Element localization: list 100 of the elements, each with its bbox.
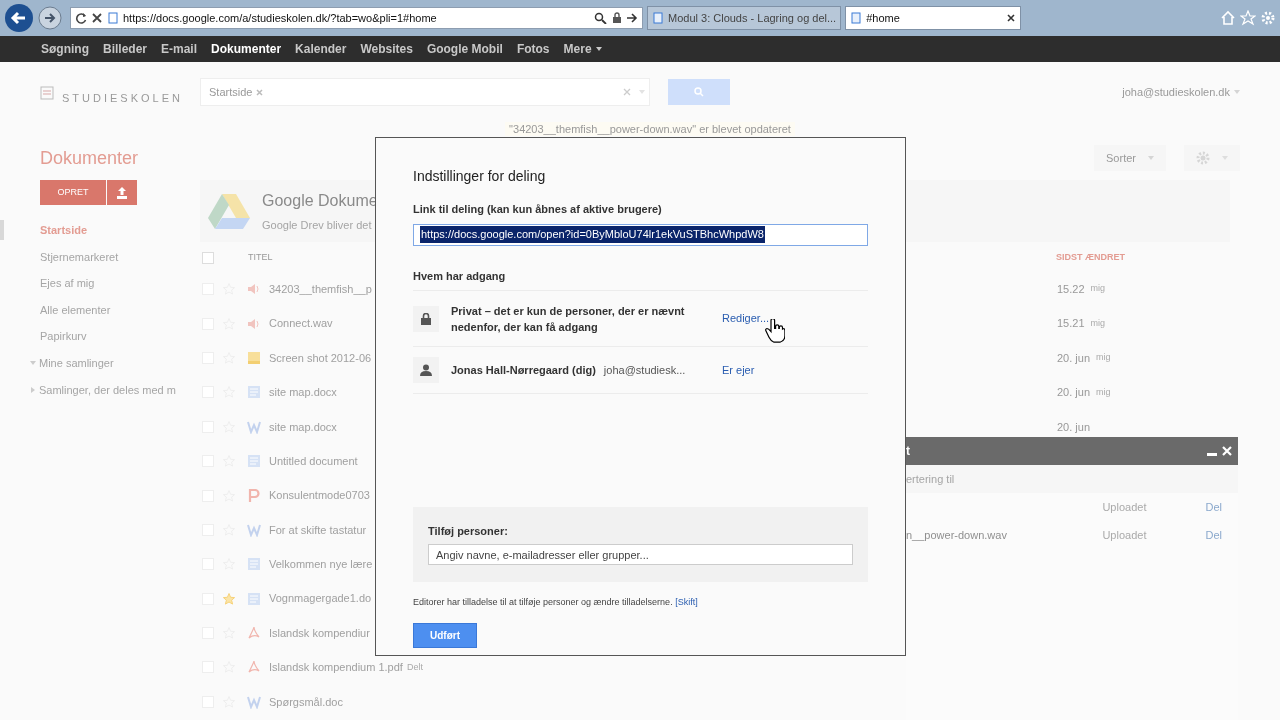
done-button[interactable]: Udført (413, 623, 477, 648)
notice-text: "34203__themfish__power-down.wav" er blevet opdateret (505, 122, 795, 136)
dialog-title: Indstillinger for deling (413, 167, 547, 186)
clear-icon[interactable] (623, 88, 631, 96)
person-icon (420, 364, 432, 376)
refresh-icon[interactable] (75, 12, 87, 24)
logo-icon (40, 86, 54, 101)
sidebar-item[interactable]: Stjernemarkeret (40, 243, 200, 271)
triangle-logo-icon (208, 193, 250, 229)
lock-icon (421, 312, 431, 325)
settings-button[interactable] (1184, 145, 1240, 171)
modified-date: 20. jun (1057, 350, 1091, 366)
file-title[interactable]: Connect.wav (269, 315, 333, 332)
create-button[interactable]: OPRET (40, 180, 106, 205)
sidebar-item[interactable]: Startside (40, 217, 200, 244)
expanded-caret-icon[interactable] (30, 360, 36, 367)
file-title[interactable]: Islandsk kompendium 1.pdf (269, 659, 403, 676)
document-icon (247, 454, 261, 469)
banner-text: Google Drev bliver det (262, 217, 373, 233)
page-icon (652, 12, 664, 24)
link-label: Link til deling (kan kun åbnes af aktive brugere) (413, 202, 663, 217)
close-icon[interactable] (1006, 13, 1017, 23)
share-link[interactable]: Del (1205, 526, 1222, 544)
owner-text: mig (1096, 385, 1111, 399)
search-icon[interactable] (594, 12, 608, 24)
link-field[interactable]: https://docs.google.com/open?id=0ByMbloU74lr1ekVuSTBhcWhpdW8 (413, 223, 868, 246)
people-input[interactable]: Angiv navne, e-mailadresser eller grupper... (428, 544, 853, 565)
nav-link[interactable]: Søgning (41, 40, 89, 58)
settings-icon[interactable] (1260, 10, 1276, 26)
column-header[interactable]: SIDST ÆNDRET (1056, 251, 1125, 265)
document-icon (247, 591, 261, 606)
close-icon[interactable] (91, 12, 103, 24)
document-w-icon (247, 522, 261, 537)
modified-date: 20. jun (1057, 385, 1091, 401)
person-email: joha@studiesk... (603, 362, 686, 378)
file-title[interactable]: site map.docx (269, 418, 337, 435)
file-title[interactable]: site map.docx (269, 384, 337, 401)
owner-text: mig (1090, 316, 1106, 330)
modified-date: 15.21 (1057, 316, 1085, 332)
nav-link[interactable]: E-mail (161, 40, 198, 58)
file-title[interactable]: Velkommen nye lære (269, 556, 373, 573)
person-name: Jonas Hall-Nørregaard (dig) (451, 362, 596, 378)
collapsed-caret-icon[interactable] (30, 386, 36, 393)
file-title[interactable]: Spørgsmål.doc (269, 693, 343, 711)
modified-date: 20. jun (1057, 419, 1091, 435)
add-people-label: Tilføj personer: (428, 524, 509, 539)
address-bar[interactable]: https://docs.google.com/a/studieskolen.dk/?tab=wo&pli=1#home (70, 7, 643, 29)
file-title[interactable]: Untitled document (269, 452, 358, 470)
sidebar-item[interactable]: Mine samlinger (30, 349, 200, 377)
page-title: Dokumenter (40, 146, 139, 170)
lock-icon (612, 12, 622, 24)
file-title[interactable]: For at skifte tastatur (269, 521, 367, 539)
file-title[interactable]: Islandsk kompendiur (269, 624, 370, 642)
nav-link[interactable]: Mere (563, 40, 602, 58)
nav-link[interactable]: Websites (360, 40, 413, 58)
browser-tab[interactable]: #home (845, 6, 1022, 30)
caret-icon (595, 47, 602, 51)
section-heading: Hvem har adgang (413, 268, 507, 284)
arrow-icon[interactable] (626, 12, 638, 24)
file-title[interactable]: Vognmagergade1.do (269, 590, 372, 607)
nav-link[interactable]: Kalender (295, 40, 347, 58)
search-button[interactable] (668, 79, 730, 105)
search-field[interactable]: Startside (200, 78, 650, 106)
sidebar-item[interactable]: Samlinger, der deles med m (30, 376, 200, 404)
file-title[interactable]: Screen shot 2012-06 (269, 349, 372, 367)
account-menu[interactable]: joha@studieskolen.dk (1122, 83, 1240, 101)
forward-icon[interactable] (38, 6, 62, 30)
upload-status: Uploadet (1102, 499, 1148, 515)
caret-icon (1148, 156, 1154, 160)
speaker-icon (247, 316, 261, 331)
shared-label: Delt (406, 660, 423, 674)
sidebar-item[interactable]: Alle elementer (40, 296, 200, 324)
nav-link[interactable]: Google Mobil (426, 40, 503, 58)
back-icon[interactable] (4, 3, 34, 33)
share-link[interactable]: Del (1205, 498, 1222, 516)
nav-link[interactable]: Fotos (516, 40, 550, 58)
browser-tab[interactable]: Modul 3: Clouds - Lagring og del... (647, 6, 842, 30)
upload-button[interactable] (107, 180, 137, 205)
upload-icon (117, 186, 127, 199)
file-title[interactable]: Konsulentmode0703 (269, 487, 370, 504)
banner-title: Google Dokume (262, 190, 378, 211)
checkbox[interactable] (202, 252, 214, 264)
edit-link[interactable]: Rediger... (722, 310, 770, 327)
change-link[interactable]: [Skift] (675, 596, 698, 607)
file-title[interactable]: 34203__themfish__p (269, 280, 372, 298)
sort-button[interactable]: Sorter (1094, 145, 1166, 171)
nav-link[interactable]: Dokumenter (211, 40, 282, 58)
search-chip[interactable]: Startside (205, 83, 268, 101)
presentation-icon (247, 488, 261, 503)
panel-title: t (906, 443, 910, 460)
sidebar-item[interactable]: Ejes af mig (40, 270, 200, 297)
owner-text: mig (1096, 351, 1111, 365)
role-link[interactable]: Er ejer (722, 361, 755, 379)
sidebar-item[interactable]: Papirkurv (40, 323, 200, 350)
home-icon[interactable] (1220, 10, 1236, 26)
nav-link[interactable]: Billeder (103, 40, 147, 58)
starred-icon[interactable] (223, 592, 235, 605)
caret-icon (1234, 90, 1240, 94)
document-w-icon (247, 419, 261, 434)
page-icon (107, 12, 119, 24)
